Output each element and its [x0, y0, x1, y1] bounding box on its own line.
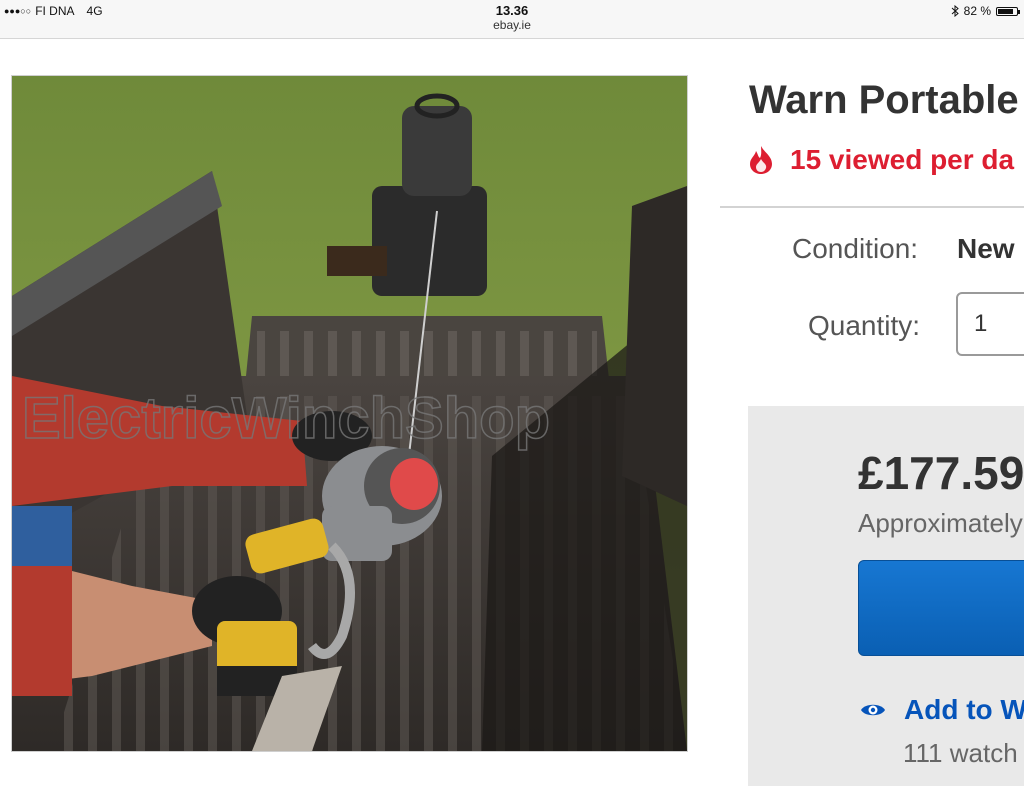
viewed-notice: 15 viewed per da — [748, 144, 1014, 176]
flame-icon — [750, 146, 772, 174]
clock: 13.36 — [495, 3, 529, 18]
eye-icon — [861, 704, 885, 716]
product-image[interactable]: ElectricWinchShop — [11, 75, 688, 752]
battery-icon — [996, 6, 1020, 16]
watermark-text: ElectricWinchShop — [22, 386, 550, 451]
watch-text: Add to Wa — [904, 694, 1024, 725]
quantity-input[interactable] — [956, 292, 1024, 356]
bluetooth-icon — [951, 5, 959, 17]
product-title: Warn Portable — [749, 78, 1019, 122]
viewed-text: 15 viewed per da — [790, 144, 1015, 175]
status-bar: ●●●○○ FI DNA 4G 13.36 ebay.ie 82 % — [0, 0, 1024, 39]
product-photo-winch-truck-bed: ElectricWinchShop — [12, 76, 687, 751]
status-right: 82 % — [951, 4, 1020, 18]
add-to-watch-list-link[interactable]: Add to Wa — [860, 694, 1024, 726]
buy-it-now-button[interactable] — [858, 560, 1024, 656]
quantity-label: Quantity: — [808, 310, 921, 341]
approximate-price: Approximately — [858, 508, 1023, 538]
status-center: 13.36 ebay.ie — [0, 3, 1024, 33]
watchers-count: 111 watch — [903, 738, 1018, 768]
condition-label: Condition: — [792, 233, 919, 264]
url-bar[interactable]: ebay.ie — [0, 18, 1024, 33]
battery-percent: 82 % — [963, 4, 991, 18]
divider — [720, 206, 1024, 208]
condition-value: New — [957, 233, 1015, 264]
price: £177.59 — [858, 447, 1024, 499]
